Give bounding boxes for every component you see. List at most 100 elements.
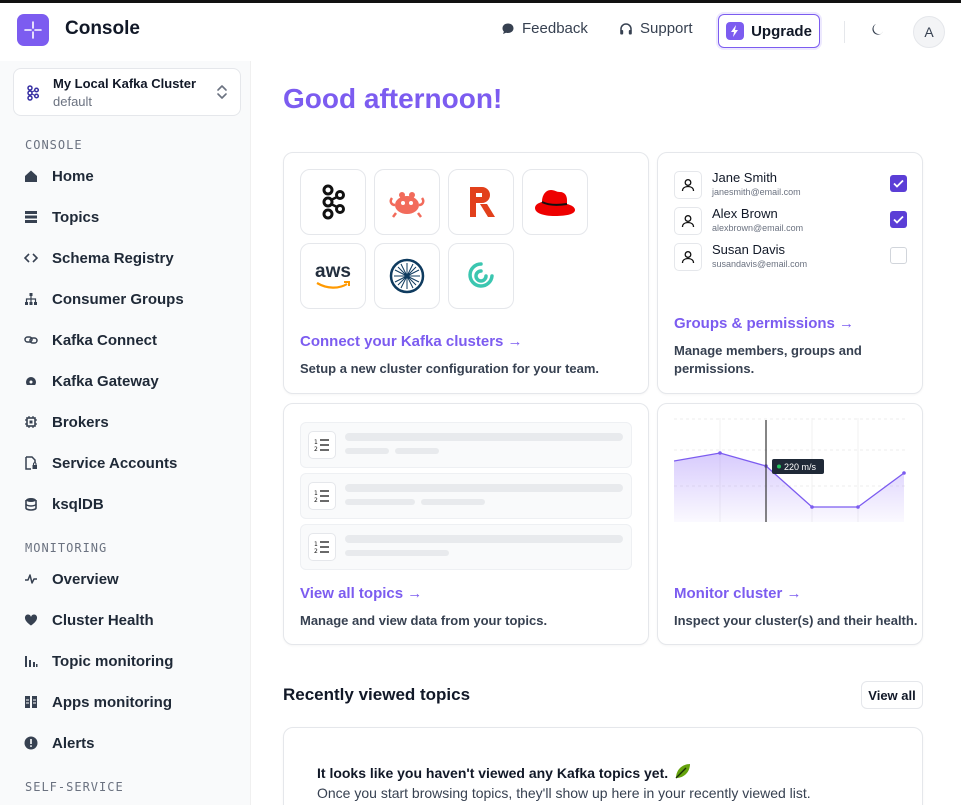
aws-logo-text: aws (315, 261, 351, 282)
numbered-list-icon: 12 (308, 482, 336, 510)
dark-mode-toggle-icon[interactable] (870, 22, 886, 43)
user-icon (674, 207, 702, 235)
empty-state-desc: Once you start browsing topics, they'll … (317, 785, 811, 801)
groups-permissions-card[interactable]: Jane Smith janesmith@email.com Alex Brow… (657, 152, 923, 394)
section-label-monitoring: MONITORING (25, 541, 108, 555)
numbered-list-icon: 12 (308, 431, 336, 459)
recently-viewed-empty-state: It looks like you haven't viewed any Kaf… (283, 727, 923, 805)
sidebar-item-topic-monitoring[interactable]: Topic monitoring (23, 649, 233, 673)
sidebar-item-label: Overview (52, 570, 119, 588)
chat-bubble-icon (502, 23, 514, 34)
kafka-logo-icon[interactable] (300, 169, 366, 235)
sidebar-item-kafka-gateway[interactable]: Kafka Gateway (23, 369, 233, 393)
sidebar-item-label: Topics (52, 208, 100, 226)
svg-text:2: 2 (314, 446, 318, 452)
apps-icon (23, 694, 39, 710)
svg-text:1: 1 (314, 490, 318, 497)
leaf-icon (674, 762, 692, 783)
groups-permissions-link[interactable]: Groups & permissions → (674, 315, 854, 332)
sidebar-item-brokers[interactable]: Brokers (23, 410, 233, 434)
member-checkbox-checked[interactable] (890, 175, 907, 192)
home-icon (23, 168, 39, 184)
kafka-logo-icon (26, 85, 40, 106)
bar-chart-icon (23, 653, 39, 669)
monitor-cluster-card[interactable]: 220 m/s Monitor cluster → Inspect your c… (657, 403, 923, 645)
support-link[interactable]: Support (619, 20, 693, 37)
sidebar: My Local Kafka Cluster default CONSOLE H… (0, 61, 251, 805)
member-checkbox-unchecked[interactable] (890, 247, 907, 264)
topic-placeholder-row: 12 (300, 422, 632, 468)
chevron-up-down-icon (216, 83, 228, 106)
numbered-list-icon: 12 (308, 533, 336, 561)
empty-state-title-text: It looks like you haven't viewed any Kaf… (317, 764, 669, 781)
aws-logo-icon[interactable]: aws (300, 243, 366, 309)
connect-clusters-card[interactable]: aws Connect your Kafka clusters → Setup … (283, 152, 649, 394)
hierarchy-icon (23, 291, 39, 307)
sidebar-item-schema-registry[interactable]: Schema Registry (23, 246, 233, 270)
empty-state-title: It looks like you haven't viewed any Kaf… (317, 762, 692, 783)
cluster-selector[interactable]: My Local Kafka Cluster default (13, 68, 241, 116)
topics-icon (23, 209, 39, 225)
sidebar-item-label: ksqlDB (52, 495, 104, 513)
console-logo-icon[interactable] (17, 14, 49, 46)
groups-permissions-desc: Manage members, groups and permissions. (674, 343, 862, 376)
sidebar-item-label: Consumer Groups (52, 290, 184, 308)
member-row: Jane Smith janesmith@email.com (674, 169, 910, 201)
section-label-self-service: SELF-SERVICE (25, 780, 124, 794)
view-all-button[interactable]: View all (861, 681, 923, 709)
aiven-logo-icon[interactable] (448, 243, 514, 309)
sidebar-item-service-accounts[interactable]: Service Accounts (23, 451, 233, 475)
code-icon (23, 250, 39, 266)
topics-card[interactable]: 12 12 12 View all topics → Manage and vi… (283, 403, 649, 645)
chart-tooltip: 220 m/s (784, 462, 817, 472)
member-name: Jane Smith (712, 170, 778, 185)
sidebar-item-cluster-health[interactable]: Cluster Health (23, 608, 233, 632)
sidebar-item-topics[interactable]: Topics (23, 205, 233, 229)
user-avatar[interactable]: A (913, 16, 945, 48)
sidebar-item-label: Service Accounts (52, 454, 178, 472)
sidebar-item-consumer-groups[interactable]: Consumer Groups (23, 287, 233, 311)
connect-clusters-link[interactable]: Connect your Kafka clusters → (300, 333, 523, 350)
sidebar-item-home[interactable]: Home (23, 164, 233, 188)
view-all-topics-link[interactable]: View all topics → (300, 585, 422, 602)
upgrade-label: Upgrade (751, 22, 812, 40)
gateway-icon (23, 373, 39, 389)
greeting-heading: Good afternoon! (283, 83, 503, 114)
sidebar-item-ksqldb[interactable]: ksqlDB (23, 492, 233, 516)
alert-icon (23, 735, 39, 751)
cluster-name: My Local Kafka Cluster (53, 76, 197, 91)
topic-placeholder-row: 12 (300, 473, 632, 519)
sidebar-item-alerts[interactable]: Alerts (23, 731, 233, 755)
chip-icon (23, 414, 39, 430)
database-icon (23, 496, 39, 512)
document-lock-icon (23, 455, 39, 471)
feedback-label: Feedback (522, 20, 588, 37)
crab-logo-icon[interactable] (374, 169, 440, 235)
connect-clusters-desc: Setup a new cluster configuration for yo… (300, 361, 600, 376)
sidebar-item-label: Topic monitoring (52, 652, 174, 670)
sidebar-item-overview[interactable]: Overview (23, 567, 233, 591)
feedback-link[interactable]: Feedback (501, 20, 588, 37)
member-email: alexbrown@email.com (712, 223, 804, 233)
svg-text:1: 1 (314, 439, 318, 446)
throughput-sparkline: 220 m/s (674, 418, 908, 522)
redpanda-logo-icon[interactable] (448, 169, 514, 235)
monitor-cluster-desc: Inspect your cluster(s) and their health… (674, 613, 918, 628)
cluster-environment: default (53, 94, 93, 109)
sidebar-item-label: Apps monitoring (52, 693, 172, 711)
redhat-logo-icon[interactable] (522, 169, 588, 235)
member-checkbox-checked[interactable] (890, 211, 907, 228)
topic-placeholder-row: 12 (300, 524, 632, 570)
monitor-cluster-link[interactable]: Monitor cluster → (674, 585, 802, 602)
upgrade-button[interactable]: Upgrade (718, 14, 820, 48)
sidebar-item-label: Kafka Connect (52, 331, 158, 349)
confluent-logo-icon[interactable] (374, 243, 440, 309)
support-label: Support (640, 20, 693, 37)
member-email: janesmith@email.com (712, 187, 801, 197)
svg-text:1: 1 (314, 541, 318, 548)
sidebar-item-kafka-connect[interactable]: Kafka Connect (23, 328, 233, 352)
sidebar-item-label: Alerts (52, 734, 95, 752)
sidebar-item-label: Schema Registry (52, 249, 174, 267)
member-name: Susan Davis (712, 242, 785, 257)
sidebar-item-apps-monitoring[interactable]: Apps monitoring (23, 690, 233, 714)
